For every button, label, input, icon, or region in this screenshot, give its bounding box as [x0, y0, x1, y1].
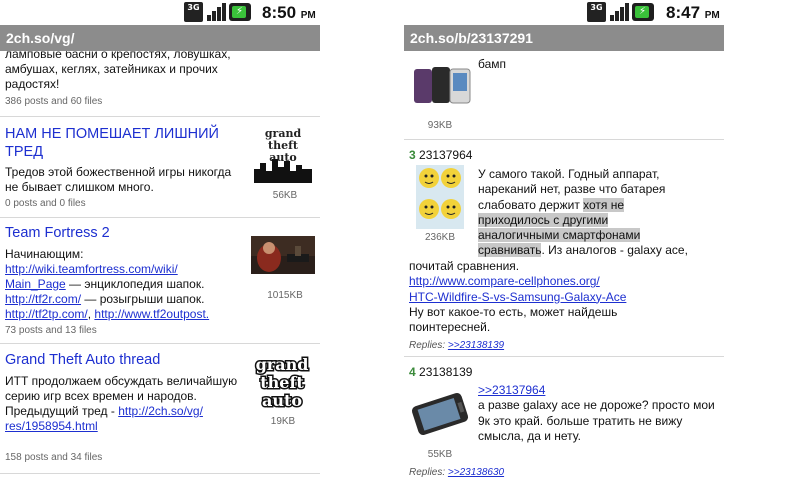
post-text-continued: почитай сравнения. http://www.compare-ce… — [409, 259, 627, 335]
thread-meta: 386 posts and 60 files — [5, 96, 103, 107]
thumbnail-size: 19KB — [270, 416, 296, 427]
post-thumbnail[interactable] — [410, 65, 472, 107]
thread-link[interactable]: http://tf2r.com/ — [5, 292, 81, 306]
thumbnail-size: 236KB — [424, 232, 456, 243]
thumbnail-size: 1015KB — [267, 290, 303, 301]
thread-title[interactable]: Team Fortress 2 — [5, 224, 110, 242]
thread-thumbnail[interactable] — [251, 236, 315, 274]
thread-link[interactable]: Main_Page — [5, 277, 66, 291]
thread-thumbnail[interactable]: grand theft auto — [254, 125, 312, 183]
thread-link[interactable]: http://2ch.so/vg/ — [118, 404, 203, 418]
clock: 8:47 PM — [666, 3, 720, 22]
page-title: 2ch.so/vg/ — [0, 25, 320, 51]
thread-item[interactable]: Grand Theft Auto thread ИТТ продолжаем о… — [0, 343, 320, 473]
page-title: 2ch.so/b/23137291 — [404, 25, 724, 51]
post-link[interactable]: http://www.compare-cellphones.org/ — [409, 274, 600, 288]
status-bar: 3G ⚡ 8:47 PM — [404, 0, 724, 25]
thread-list: ламповые басни о крепостях, ловушках, ам… — [0, 51, 320, 480]
post-item: бамп 93KB — [404, 51, 724, 139]
network-3g-icon: 3G — [184, 2, 203, 22]
spoiler-text: аналогичными смартфонами — [478, 228, 641, 243]
clock: 8:50 PM — [262, 3, 316, 22]
thread-link[interactable]: res/1958954.html — [5, 419, 98, 433]
spoiler-text: хотя не — [583, 197, 625, 212]
post-text: У самого такой. Годный аппарат, нарекани… — [478, 167, 688, 258]
thumbnail-size: 55KB — [427, 449, 453, 460]
post-header: 4 23138139 — [409, 365, 473, 379]
spoiler-text: приходилось с другими — [478, 212, 609, 227]
network-3g-icon: 3G — [587, 2, 606, 22]
battery-icon: ⚡ — [229, 3, 251, 21]
thread-item[interactable]: Team Fortress 2 Начинающим: http://wiki.… — [0, 217, 320, 343]
quote-link[interactable]: >>23137964 — [478, 383, 545, 397]
post-replies: Replies: >>23138139 — [409, 340, 505, 351]
post-header: 3 23137964 — [409, 148, 473, 162]
thread-thumbnail[interactable]: grand theft auto — [250, 354, 314, 412]
thread-meta: 158 posts and 34 files — [5, 452, 103, 463]
thread-text: ИТТ продолжаем обсуждать величайшую сери… — [5, 374, 238, 433]
post-item: 3 23137964 236KB У самого такой. Годный … — [404, 139, 724, 355]
reply-link[interactable]: >>23138630 — [448, 467, 504, 478]
post-replies: Replies: >>23138630 — [409, 467, 505, 478]
post-thumbnail[interactable] — [416, 165, 464, 229]
left-screen: 3G ⚡ 8:50 PM 2ch.so/vg/ ламповые басни о… — [0, 0, 320, 480]
right-screen: 3G ⚡ 8:47 PM 2ch.so/b/23137291 бамп 93KB — [404, 0, 724, 480]
spoiler-text: сравнивать — [478, 243, 542, 258]
thread-link[interactable]: http://tf2tp.com/ — [5, 307, 88, 321]
reply-link[interactable]: >>23138139 — [448, 340, 504, 351]
thread-text: Тредов этой божественной игры никогда не… — [5, 165, 232, 194]
thread-item[interactable]: ламповые басни о крепостях, ловушках, ам… — [0, 51, 320, 115]
post-text: бамп — [478, 57, 507, 71]
thread-title[interactable]: Grand Theft Auto thread — [5, 351, 160, 369]
post-list: бамп 93KB 3 23137964 236KB У самого тако… — [404, 51, 724, 480]
status-bar: 3G ⚡ 8:50 PM — [0, 0, 320, 25]
svg-text:theft: theft — [260, 373, 304, 392]
thread-link[interactable]: http://www.tf2outpost. — [94, 307, 209, 321]
thread-text: ламповые басни о крепостях, ловушках, ам… — [5, 51, 231, 91]
thread-item[interactable]: НАМ НЕ ПОМЕШАЕТ ЛИШНИЙ ТРЕД Тредов этой … — [0, 116, 320, 216]
thumbnail-size: 93KB — [427, 120, 453, 131]
thread-meta: 73 posts and 13 files — [5, 325, 97, 336]
thread-text: Начинающим: http://wiki.teamfortress.com… — [5, 247, 210, 321]
signal-icon — [609, 2, 629, 22]
post-text: >>23137964 а разве galaxy ace не дороже?… — [478, 383, 715, 443]
svg-text:grand: grand — [256, 355, 309, 374]
post-item: 4 23138139 55KB >>23137964 а разве galax… — [404, 356, 724, 480]
divider — [0, 473, 320, 474]
svg-text:auto: auto — [262, 391, 302, 410]
battery-icon: ⚡ — [632, 3, 654, 21]
post-thumbnail[interactable] — [408, 391, 472, 437]
thread-link[interactable]: http://wiki.teamfortress.com/wiki/ — [5, 262, 178, 276]
thumbnail-size: 56KB — [272, 190, 298, 201]
thread-meta: 0 posts and 0 files — [5, 198, 86, 209]
thread-title[interactable]: НАМ НЕ ПОМЕШАЕТ ЛИШНИЙ ТРЕД — [5, 125, 235, 161]
post-link[interactable]: HTC-Wildfire-S-vs-Samsung-Galaxy-Ace — [409, 290, 626, 304]
signal-icon — [206, 2, 226, 22]
